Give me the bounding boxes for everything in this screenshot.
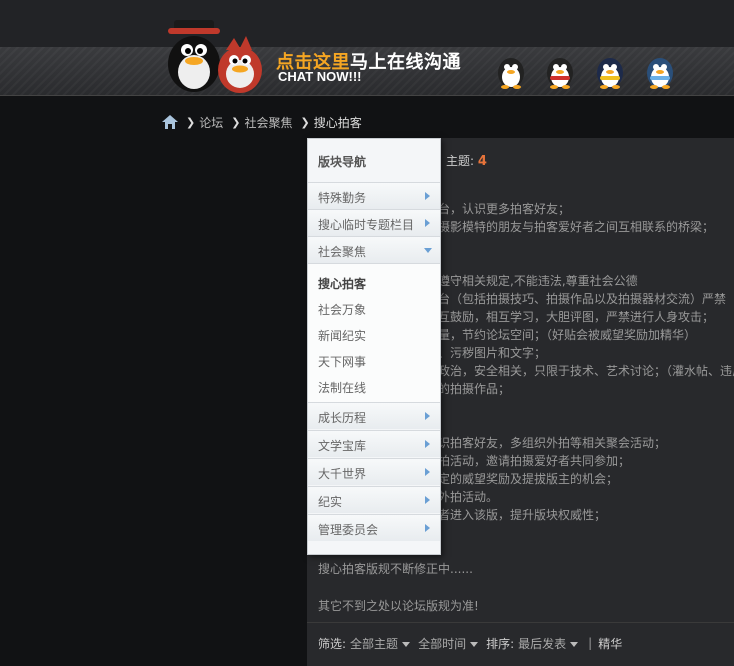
rule-line: 定的威望奖励及提拔版主的机会；	[438, 472, 619, 486]
penguin-red-scarf-icon	[547, 58, 573, 89]
all-time-dropdown[interactable]: 全部时间	[418, 635, 479, 652]
chat-now-en-text[interactable]: CHAT NOW!!!	[278, 69, 362, 84]
nav-item-temp-topics[interactable]: 搜心临时专题栏目	[308, 209, 440, 236]
breadcrumb-social-focus[interactable]: 社会聚焦	[244, 114, 292, 131]
rule-line: 的拍摄作品；	[438, 382, 511, 396]
arrow-right-icon	[425, 496, 430, 504]
rule-line: 台（包括拍摄技巧、拍摄作品以及拍摄器材交流）严禁	[438, 292, 727, 306]
chevron-right-icon: ❯	[300, 115, 310, 129]
penguin-lightblue-icon	[647, 58, 673, 89]
digest-filter-link[interactable]: 精华	[598, 635, 622, 652]
board-nav-popup: 版块导航 特殊勤务 搜心临时专题栏目 社会聚焦 搜心拍客 社会万象 新闻纪实 天…	[307, 138, 441, 555]
nav-item-special-duty[interactable]: 特殊勤务	[308, 182, 440, 209]
chevron-right-icon: ❯	[186, 115, 196, 129]
arrow-right-icon	[425, 192, 430, 200]
chevron-right-icon: ❯	[231, 115, 241, 129]
filter-separator: |	[588, 636, 593, 650]
rule-line: 、污秽图片和文字；	[438, 346, 547, 360]
sort-latest-dropdown[interactable]: 最后发表	[518, 635, 579, 652]
rule-line: 拍活动，邀请拍摄爱好者共同参加；	[438, 454, 631, 468]
rule-line: 遵守相关规定,不能违法,尊重社会公德	[438, 274, 638, 288]
breadcrumb-forum[interactable]: 论坛	[199, 114, 223, 131]
rule-line: 识拍客好友，多组织外拍等相关聚会活动；	[438, 436, 667, 450]
nav-subitem-current[interactable]: 搜心拍客	[318, 275, 366, 292]
nav-item-admin-committee[interactable]: 管理委员会	[308, 514, 440, 541]
rule-line: 互鼓励，相互学习，大胆评图，严禁进行人身攻击；	[438, 310, 715, 324]
penguin-blue-icon	[597, 58, 623, 89]
sort-label: 排序:	[486, 636, 515, 651]
caret-down-icon	[470, 641, 479, 647]
breadcrumb-current[interactable]: 搜心拍客	[314, 114, 362, 131]
rule-line: 摄影模特的朋友与拍客爱好者之间互相联系的桥梁；	[438, 220, 715, 234]
nav-subitem[interactable]: 法制在线	[318, 379, 366, 396]
filter-label: 筛选:	[318, 636, 347, 651]
nav-subitem[interactable]: 新闻纪实	[318, 327, 366, 344]
nav-subitem[interactable]: 社会万象	[318, 301, 366, 318]
rule-note: 其它不到之处以论坛版规为准!	[318, 599, 479, 613]
rule-line: 者进入该版，提升版块权威性；	[438, 508, 607, 522]
nav-item-social-focus[interactable]: 社会聚焦	[308, 236, 440, 263]
nav-subitem[interactable]: 天下网事	[318, 353, 366, 370]
topic-count-value: 4	[477, 154, 487, 169]
rule-line: 外拍活动。	[438, 490, 499, 504]
rule-line: 台，认识更多拍客好友；	[438, 202, 571, 216]
all-topics-dropdown[interactable]: 全部主题	[350, 635, 411, 652]
arrow-right-icon	[425, 219, 430, 227]
caret-down-icon	[570, 641, 579, 647]
nav-item-growth[interactable]: 成长历程	[308, 402, 440, 429]
arrow-right-icon	[425, 440, 430, 448]
arrow-right-icon	[425, 468, 430, 476]
topic-count: 主题: 4	[446, 154, 487, 169]
arrow-right-icon	[425, 524, 430, 532]
arrow-right-icon	[425, 412, 430, 420]
nav-item-documentary[interactable]: 纪实	[308, 486, 440, 513]
caret-down-icon	[402, 641, 411, 647]
arrow-down-icon	[424, 248, 432, 253]
home-icon[interactable]	[162, 115, 178, 129]
filter-bar: 筛选: 全部主题 全部时间 排序: 最后发表 | 精华	[307, 622, 734, 663]
board-nav-title: 版块导航	[318, 155, 367, 169]
rule-line: 政治，安全相关，只限于技术、艺术讨论；（灌水帖、违反	[438, 364, 734, 378]
breadcrumb: ❯ 论坛 ❯ 社会聚焦 ❯ 搜心拍客	[162, 113, 362, 131]
qq-mascots-icon	[168, 20, 262, 93]
rule-note: 搜心拍客版规不断修正中......	[318, 562, 473, 576]
penguin-icon	[498, 58, 524, 89]
nav-item-literature[interactable]: 文学宝库	[308, 430, 440, 457]
nav-item-world[interactable]: 大千世界	[308, 458, 440, 485]
top-bar	[0, 0, 734, 47]
rule-line: 量，节约论坛空间；（好贴会被威望奖励加精华）	[438, 328, 697, 342]
